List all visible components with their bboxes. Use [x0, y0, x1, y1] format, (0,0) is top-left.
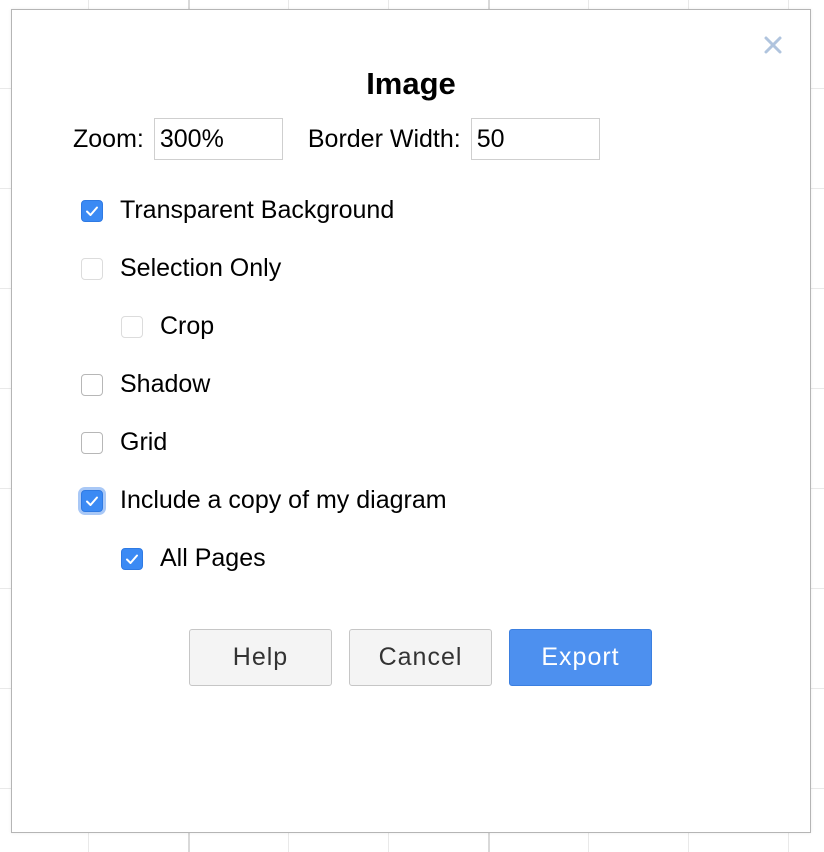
selection-only-label: Selection Only [120, 254, 282, 282]
border-width-input[interactable] [470, 118, 600, 160]
option-include-copy[interactable]: Include a copy of my diagram [81, 486, 447, 515]
close-button[interactable] [762, 34, 784, 56]
shadow-checkbox[interactable] [81, 373, 103, 396]
export-button[interactable]: Export [509, 629, 652, 686]
shadow-label: Shadow [120, 370, 211, 398]
option-grid[interactable]: Grid [81, 428, 167, 457]
option-transparent-background[interactable]: Transparent Background [81, 196, 394, 225]
canvas-line [188, 0, 190, 9]
include-copy-checkbox[interactable] [81, 489, 103, 512]
help-button[interactable]: Help [189, 629, 332, 686]
checkmark-icon [86, 206, 98, 216]
crop-checkbox[interactable] [121, 315, 143, 338]
grid-label: Grid [120, 428, 168, 456]
export-image-dialog: Image Zoom: Border Width: Transparent Ba… [11, 9, 811, 833]
option-selection-only[interactable]: Selection Only [81, 254, 281, 283]
grid-checkbox[interactable] [81, 431, 103, 454]
zoom-label: Zoom: [73, 124, 144, 153]
cancel-button[interactable]: Cancel [349, 629, 492, 686]
canvas-line [488, 833, 490, 852]
dialog-title: Image [366, 66, 456, 101]
crop-label: Crop [160, 312, 215, 340]
border-width-label: Border Width: [307, 124, 461, 153]
canvas-line [188, 833, 190, 852]
checkmark-icon [126, 554, 138, 564]
transparent-background-checkbox[interactable] [81, 199, 103, 222]
canvas-line [488, 0, 490, 9]
selection-only-checkbox[interactable] [81, 257, 103, 280]
option-crop[interactable]: Crop [121, 312, 214, 341]
all-pages-label: All Pages [160, 544, 266, 572]
option-shadow[interactable]: Shadow [81, 370, 210, 399]
all-pages-checkbox[interactable] [121, 547, 143, 570]
transparent-background-label: Transparent Background [120, 196, 395, 224]
option-all-pages[interactable]: All Pages [121, 544, 266, 573]
checkmark-icon [86, 496, 98, 506]
size-fields: Zoom: Border Width: [73, 118, 600, 160]
dialog-buttons: Help Cancel Export [189, 629, 652, 686]
zoom-input[interactable] [153, 118, 283, 160]
close-icon [764, 36, 782, 54]
include-copy-label: Include a copy of my diagram [120, 486, 447, 514]
